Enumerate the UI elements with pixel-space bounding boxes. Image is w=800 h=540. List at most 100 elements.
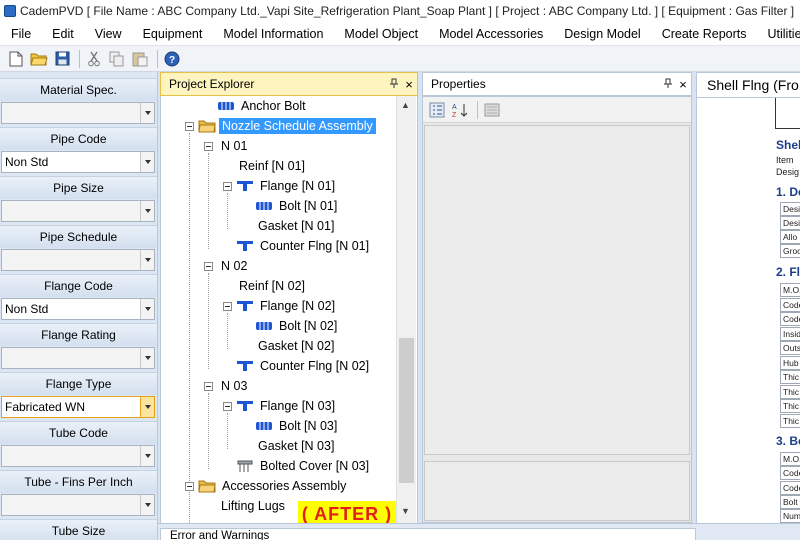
tree-item-lifting-lugs[interactable]: Lifting Lugs bbox=[218, 496, 288, 516]
error-warnings-tab[interactable]: Error and Warnings bbox=[160, 528, 696, 540]
flange-rating-label: Flange Rating bbox=[0, 323, 157, 346]
spec-panel: Material Spec. Pipe Code Non Std Pipe Si… bbox=[0, 72, 158, 540]
tree-item-bolted-cover-n03[interactable]: Bolted Cover [N 03] bbox=[236, 456, 372, 476]
menu-file[interactable]: File bbox=[0, 22, 41, 45]
close-icon[interactable]: × bbox=[675, 77, 691, 92]
pipe-code-select[interactable]: Non Std bbox=[1, 151, 155, 173]
report-cell: Code bbox=[780, 298, 800, 312]
property-pages-icon[interactable] bbox=[482, 100, 502, 120]
properties-title: Properties bbox=[431, 77, 486, 91]
tree-line bbox=[227, 413, 228, 449]
cut-icon[interactable] bbox=[84, 49, 104, 69]
tube-fins-label: Tube - Fins Per Inch bbox=[0, 470, 157, 493]
app-icon bbox=[4, 5, 16, 17]
tree-item-reinf-n02[interactable]: Reinf [N 02] bbox=[236, 276, 308, 296]
menu-model-information[interactable]: Model Information bbox=[212, 22, 333, 45]
material-spec-select[interactable] bbox=[1, 102, 155, 124]
explorer-scrollbar[interactable]: ▲ ▼ bbox=[396, 96, 416, 523]
scroll-thumb[interactable] bbox=[399, 338, 414, 483]
project-explorer-header: Project Explorer × bbox=[160, 72, 418, 96]
flange-icon bbox=[236, 399, 254, 413]
svg-text:?: ? bbox=[169, 55, 175, 66]
pin-icon[interactable] bbox=[387, 78, 401, 91]
tree-item-n02[interactable]: N 02 bbox=[218, 256, 250, 276]
tree-item-gasket-n01[interactable]: Gasket [N 01] bbox=[255, 216, 337, 236]
collapse-toggle[interactable] bbox=[204, 262, 213, 271]
bolt-icon bbox=[217, 99, 235, 113]
tree-line bbox=[208, 273, 209, 369]
scroll-up-icon[interactable]: ▲ bbox=[401, 100, 410, 110]
categorized-icon[interactable] bbox=[427, 100, 447, 120]
tree-item-gasket-n02[interactable]: Gasket [N 02] bbox=[255, 336, 337, 356]
collapse-toggle[interactable] bbox=[204, 142, 213, 151]
menu-bar: File Edit View Equipment Model Informati… bbox=[0, 22, 800, 46]
tree-item-accessories-assembly[interactable]: Accessories Assembly bbox=[198, 476, 349, 496]
tree-item-bolt-n02[interactable]: Bolt [N 02] bbox=[255, 316, 340, 336]
pipe-size-label: Pipe Size bbox=[0, 176, 157, 199]
help-icon[interactable]: ? bbox=[162, 49, 182, 69]
toolbar: ? bbox=[0, 46, 800, 72]
menu-model-object[interactable]: Model Object bbox=[333, 22, 428, 45]
report-border bbox=[775, 98, 776, 128]
report-cell: Desi bbox=[780, 216, 800, 230]
tree-item-bolt-n03[interactable]: Bolt [N 03] bbox=[255, 416, 340, 436]
collapse-toggle[interactable] bbox=[223, 402, 232, 411]
tree-item-counter-flng-n01[interactable]: Counter Flng [N 01] bbox=[236, 236, 372, 256]
menu-create-reports[interactable]: Create Reports bbox=[651, 22, 757, 45]
tree-item-flange-n02[interactable]: Flange [N 02] bbox=[236, 296, 338, 316]
tree-item-flange-n03[interactable]: Flange [N 03] bbox=[236, 396, 338, 416]
flange-icon bbox=[236, 299, 254, 313]
tree-item-flange-n01[interactable]: Flange [N 01] bbox=[236, 176, 338, 196]
menu-utilities[interactable]: Utilities bbox=[756, 22, 800, 45]
collapse-toggle[interactable] bbox=[223, 302, 232, 311]
collapse-toggle[interactable] bbox=[185, 122, 194, 131]
pipe-schedule-select[interactable] bbox=[1, 249, 155, 271]
flange-code-select[interactable]: Non Std bbox=[1, 298, 155, 320]
project-explorer-title: Project Explorer bbox=[169, 77, 255, 91]
flange-icon bbox=[236, 179, 254, 193]
chevron-down-icon bbox=[140, 152, 154, 172]
report-cell: M.O. bbox=[780, 283, 800, 297]
title-bar: CademPVD [ File Name : ABC Company Ltd._… bbox=[0, 0, 800, 22]
copy-icon[interactable] bbox=[107, 49, 127, 69]
open-folder-icon[interactable] bbox=[29, 49, 49, 69]
paste-icon[interactable] bbox=[130, 49, 150, 69]
tree-item-counter-flng-n02[interactable]: Counter Flng [N 02] bbox=[236, 356, 372, 376]
tree-item-n01[interactable]: N 01 bbox=[218, 136, 250, 156]
menu-design-model[interactable]: Design Model bbox=[553, 22, 650, 45]
bolt-icon bbox=[255, 319, 273, 333]
tree-item-n03[interactable]: N 03 bbox=[218, 376, 250, 396]
menu-equipment[interactable]: Equipment bbox=[132, 22, 213, 45]
menu-edit[interactable]: Edit bbox=[41, 22, 84, 45]
report-section-2: 2. Fl bbox=[776, 265, 800, 279]
new-file-icon[interactable] bbox=[6, 49, 26, 69]
scroll-down-icon[interactable]: ▼ bbox=[401, 506, 410, 516]
menu-view[interactable]: View bbox=[84, 22, 132, 45]
sort-alphabetical-icon[interactable]: AZ bbox=[450, 100, 470, 120]
collapse-toggle[interactable] bbox=[223, 182, 232, 191]
flange-rating-select[interactable] bbox=[1, 347, 155, 369]
folder-icon bbox=[198, 119, 216, 133]
report-border bbox=[775, 128, 800, 129]
tube-code-select[interactable] bbox=[1, 445, 155, 467]
report-cell: Code bbox=[780, 466, 800, 480]
tree-item-reinf-n01[interactable]: Reinf [N 01] bbox=[236, 156, 308, 176]
pipe-size-select[interactable] bbox=[1, 200, 155, 222]
tree-item-anchor-bolt[interactable]: Anchor Bolt bbox=[217, 96, 309, 116]
menu-model-accessories[interactable]: Model Accessories bbox=[428, 22, 553, 45]
tree-item-bolt-n01[interactable]: Bolt [N 01] bbox=[255, 196, 340, 216]
close-icon[interactable]: × bbox=[401, 77, 417, 92]
report-tab[interactable]: Shell Flng (Fro bbox=[696, 72, 800, 98]
tree-line bbox=[208, 393, 209, 469]
report-cell: Num bbox=[780, 509, 800, 523]
tree-item-gasket-n03[interactable]: Gasket [N 03] bbox=[255, 436, 337, 456]
tube-fins-select[interactable] bbox=[1, 494, 155, 516]
flange-type-select[interactable]: Fabricated WN bbox=[1, 396, 155, 418]
tree-item-nozzle-schedule-assembly[interactable]: Nozzle Schedule Assembly bbox=[198, 116, 376, 136]
pin-icon[interactable] bbox=[661, 78, 675, 91]
collapse-toggle[interactable] bbox=[204, 382, 213, 391]
svg-text:Z: Z bbox=[452, 112, 457, 118]
report-cell: Desi bbox=[780, 202, 800, 216]
save-icon[interactable] bbox=[52, 49, 72, 69]
collapse-toggle[interactable] bbox=[185, 482, 194, 491]
